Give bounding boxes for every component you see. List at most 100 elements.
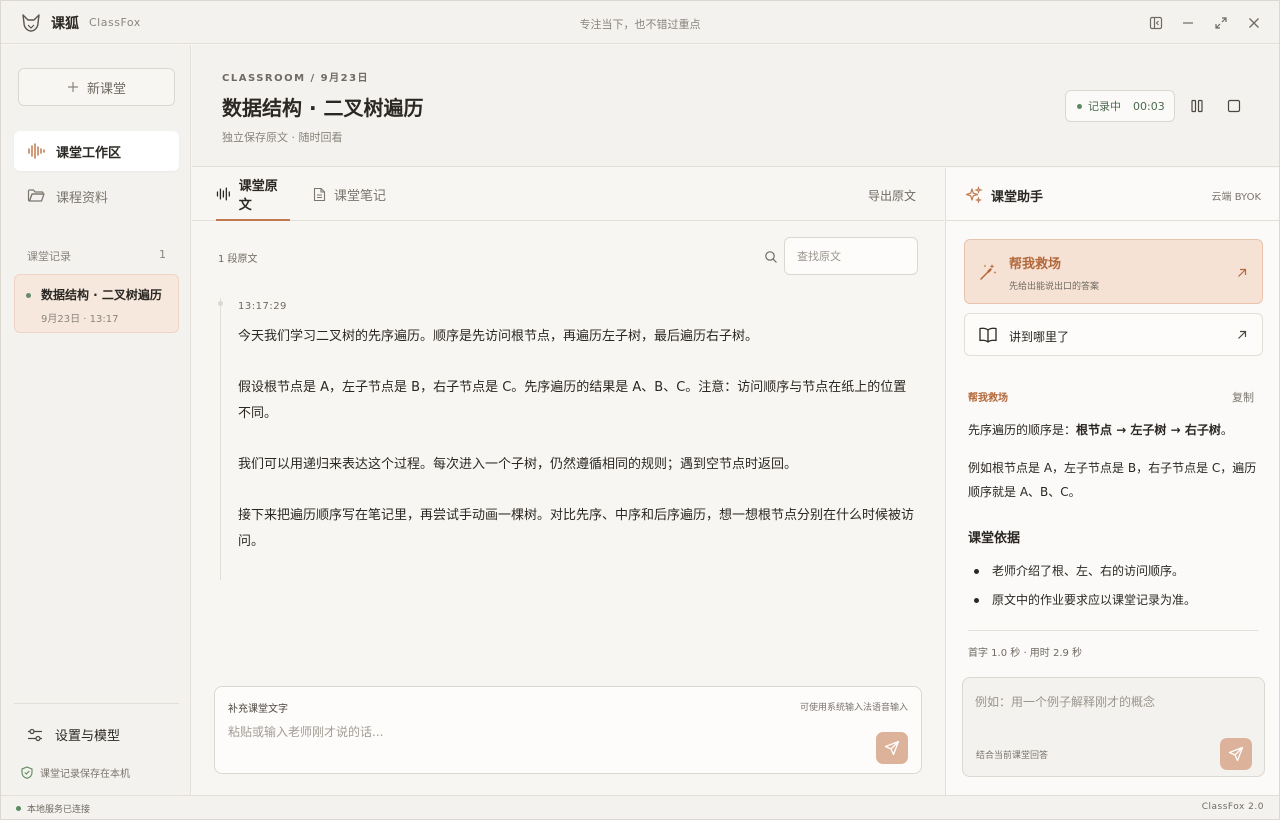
transcript-paragraph: 我们可以用递归来表达这个过程。每次进入一个子树，仍然遵循相同的规则；遇到空节点时… (238, 457, 798, 472)
settings-label: 设置与模型 (55, 729, 121, 744)
tab-notes[interactable]: 课堂笔记 (313, 168, 386, 221)
sidebar-divider (14, 703, 179, 704)
stop-icon (1227, 99, 1241, 113)
record-item[interactable]: 数据结构 · 二叉树遍历 9月23日 · 13:17 (14, 274, 179, 333)
copy-answer-button[interactable]: 复制 (1232, 389, 1254, 405)
response-metrics: 首字 1.0 秒 · 用时 2.9 秒 (968, 648, 1083, 659)
metrics-divider (968, 630, 1258, 631)
connection-dot (16, 806, 21, 811)
basis-item: 老师介绍了根、左、右的访问顺序。 (968, 557, 1258, 586)
tab-label: 课堂笔记 (334, 189, 387, 204)
status-bar: 本地服务已连接 ClassFox 2.0 (1, 795, 1279, 819)
new-class-button[interactable]: 新课堂 (18, 68, 175, 106)
assistant-header: 课堂助手 云端 BYOK (946, 168, 1279, 221)
sidebar-item-materials[interactable]: 课程资料 (14, 176, 179, 216)
waveform-icon (28, 143, 45, 159)
supplement-input[interactable] (228, 721, 828, 743)
rescue-subtitle: 先给出能说出口的答案 (1009, 282, 1100, 292)
page-title: 数据结构 · 二叉树遍历 (222, 96, 424, 120)
tab-transcript[interactable]: 课堂原文 (216, 168, 290, 221)
basis-list: 老师介绍了根、左、右的访问顺序。 原文中的作业要求应以课堂记录为准。 (968, 557, 1258, 615)
breadcrumb: CLASSROOM / 9月23日 (222, 73, 370, 84)
expand-icon (1215, 17, 1227, 29)
search-transcript-input[interactable] (784, 237, 918, 275)
ask-send-button[interactable] (1220, 738, 1252, 770)
assistant-panel: 课堂助手 云端 BYOK 帮我救场 先给出能说出口的答案 讲到哪里了 帮我救场 … (945, 168, 1279, 795)
sidebar-item-label: 课堂工作区 (56, 145, 122, 161)
records-section-label: 课堂记录 (27, 250, 71, 263)
answer-suffix: 。 (1220, 423, 1233, 437)
transcript-tabs: 课堂原文 课堂笔记 导出原文 (192, 168, 944, 221)
where-were-we-button[interactable]: 讲到哪里了 (964, 313, 1263, 356)
rescue-me-button[interactable]: 帮我救场 先给出能说出口的答案 (964, 239, 1263, 304)
supplement-box: 补充课堂文字 可使用系统输入法语音输入 (214, 686, 922, 774)
assistant-title: 课堂助手 (991, 190, 1044, 205)
minimize-button[interactable] (1178, 13, 1198, 33)
ask-hint: 结合当前课堂回答 (976, 751, 1049, 761)
settings-button[interactable]: 设置与模型 (27, 725, 120, 744)
assistant-answer: 先序遍历的顺序是：根节点 → 左子树 → 右子树。 例如根节点是 A，左子节点是… (968, 418, 1258, 518)
app-version: ClassFox 2.0 (1201, 802, 1264, 812)
stop-button[interactable] (1224, 96, 1244, 116)
record-active-dot (26, 293, 31, 298)
toggle-sidebar-button[interactable] (1146, 13, 1166, 33)
record-title: 数据结构 · 二叉树遍历 (41, 288, 162, 302)
pause-icon (1191, 99, 1203, 113)
sidebar-toggle-icon (1149, 16, 1163, 30)
basis-heading: 课堂依据 (968, 531, 1021, 546)
pause-button[interactable] (1187, 96, 1207, 116)
supplement-label: 补充课堂文字 (228, 704, 288, 715)
sidebar-item-label: 课程资料 (56, 190, 109, 206)
sidebar: 新课堂 课堂工作区 课程资料 课堂记录 1 数据结构 · 二叉树遍历 9月23日… (1, 45, 191, 795)
open-book-icon (979, 327, 997, 343)
maximize-button[interactable] (1211, 13, 1231, 33)
export-transcript-button[interactable]: 导出原文 (868, 187, 916, 204)
minimize-icon (1183, 22, 1193, 24)
folder-icon (27, 189, 45, 202)
record-date: 9月23日 · 13:17 (41, 314, 119, 325)
local-save-notice: 课堂记录保存在本机 (21, 765, 130, 780)
search-icon (765, 251, 777, 263)
recording-status: 记录中 00:03 (1065, 90, 1175, 122)
transcript-paragraph: 假设根节点是 A，左子节点是 B，右子节点是 C。先序遍历的结果是 A、B、C。… (238, 380, 907, 421)
local-save-label: 课堂记录保存在本机 (40, 769, 130, 780)
assistant-mode-badge: 云端 BYOK (1211, 192, 1261, 203)
segment-count: 1 段原文 (218, 254, 258, 265)
answer-emphasis: 根节点 → 左子树 → 右子树 (1076, 423, 1221, 437)
supplement-hint: 可使用系统输入法语音输入 (799, 703, 908, 713)
timeline-line (220, 298, 221, 580)
where-label: 讲到哪里了 (1009, 330, 1070, 344)
basis-item: 原文中的作业要求应以课堂记录为准。 (968, 586, 1258, 615)
tab-label: 课堂原文 (238, 178, 278, 213)
transcript-paragraph: 接下来把遍历顺序写在笔记里，再尝试手动画一棵树。对比先序、中序和后序遍历，想一想… (238, 508, 915, 549)
recording-timer: 00:03 (1133, 99, 1165, 113)
sliders-icon (28, 728, 42, 741)
ask-box: 结合当前课堂回答 (962, 677, 1265, 777)
waveform-icon (216, 186, 230, 201)
document-icon (313, 187, 326, 202)
connection-label: 本地服务已连接 (27, 805, 91, 815)
send-icon (884, 740, 900, 756)
ask-input[interactable] (975, 691, 1245, 713)
transcript-panel: 课堂原文 课堂笔记 导出原文 1 段原文 13:17:29 今天我们学习二叉树的… (192, 168, 944, 795)
transcript-paragraph: 今天我们学习二叉树的先序遍历。顺序是先访问根节点，再遍历左子树，最后遍历右子树。 (238, 329, 759, 344)
rescue-title: 帮我救场 (1009, 257, 1062, 272)
close-button[interactable] (1244, 13, 1264, 33)
arrow-up-right-icon (1238, 268, 1247, 277)
answer-paragraph: 先序遍历的顺序是：根节点 → 左子树 → 右子树。 (968, 418, 1258, 442)
page-subtitle: 独立保存原文 · 随时回看 (222, 131, 343, 144)
send-icon (1228, 746, 1244, 762)
recording-dot (1077, 103, 1082, 109)
sparkles-icon (965, 186, 983, 204)
transcript-body: 今天我们学习二叉树的先序遍历。顺序是先访问根节点，再遍历左子树，最后遍历右子树。… (238, 324, 918, 580)
sidebar-item-workspace[interactable]: 课堂工作区 (14, 131, 179, 171)
segment-timestamp: 13:17:29 (238, 301, 287, 312)
supplement-send-button[interactable] (876, 732, 908, 764)
app-window: 课狐 ClassFox 专注当下，也不错过重点 新课堂 课堂工作区 课程资料 课… (0, 0, 1280, 820)
records-count: 1 (159, 248, 166, 261)
timeline-dot (218, 301, 223, 306)
new-class-label: 新课堂 (86, 81, 126, 97)
arrow-up-right-icon (1238, 330, 1247, 339)
app-tagline: 专注当下，也不错过重点 (579, 18, 701, 31)
page-header: CLASSROOM / 9月23日 数据结构 · 二叉树遍历 独立保存原文 · … (192, 45, 1279, 167)
